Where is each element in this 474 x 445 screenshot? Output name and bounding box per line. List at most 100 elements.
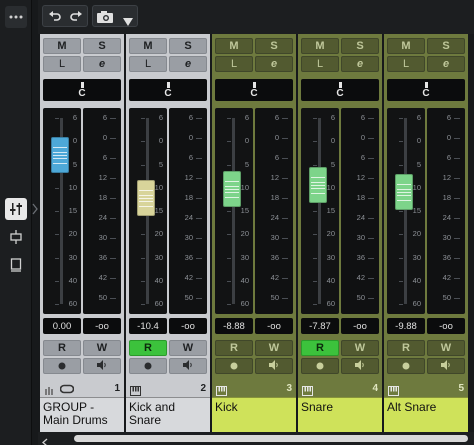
meter-scale-tick xyxy=(196,178,202,179)
meter-scale-tick xyxy=(368,258,374,259)
meter-scale-label: 50 xyxy=(270,293,279,302)
channel-name[interactable]: GROUP - Main Drums xyxy=(40,397,124,434)
write-automation-button[interactable]: W xyxy=(255,340,293,356)
pan-control[interactable]: C xyxy=(43,79,121,101)
monitor-button[interactable] xyxy=(215,358,253,374)
volume-value[interactable]: -9.88 xyxy=(387,318,425,334)
fader-scale-tick xyxy=(313,257,317,259)
listen-button[interactable]: L xyxy=(301,56,339,72)
undo-icon[interactable] xyxy=(48,9,62,28)
read-automation-button[interactable]: R xyxy=(215,340,253,356)
meter-scale-tick xyxy=(368,158,374,159)
monitor-button[interactable] xyxy=(43,358,81,374)
collapse-arrow-icon[interactable] xyxy=(32,202,38,215)
edit-channel-button[interactable]: e xyxy=(83,56,121,72)
volume-fader[interactable] xyxy=(309,166,327,203)
listen-button[interactable]: L xyxy=(387,56,425,72)
channel-name[interactable]: Kick xyxy=(212,397,296,434)
solo-button[interactable]: S xyxy=(341,38,379,54)
write-automation-button[interactable]: W xyxy=(427,340,465,356)
fader-scale-label: 40 xyxy=(68,275,77,285)
meter-scale-label: 0 xyxy=(188,133,193,142)
fader-scale-label: 40 xyxy=(154,275,163,285)
fader-scale-label: 0 xyxy=(244,136,249,146)
snapshot-button[interactable] xyxy=(92,5,138,27)
horizontal-scrollbar[interactable] xyxy=(38,432,474,445)
speaker-button[interactable] xyxy=(83,358,121,374)
mute-button[interactable]: M xyxy=(215,38,253,54)
volume-value[interactable]: -7.87 xyxy=(301,318,339,334)
pan-control[interactable]: C xyxy=(129,79,207,101)
meter-scale-tick xyxy=(282,298,288,299)
monitor-button[interactable] xyxy=(387,358,425,374)
meter-scale-label: 24 xyxy=(98,213,107,222)
volume-fader[interactable] xyxy=(137,179,155,216)
mute-button[interactable]: M xyxy=(129,38,167,54)
write-automation-button[interactable]: W xyxy=(83,340,121,356)
read-automation-button[interactable]: R xyxy=(301,340,339,356)
solo-button[interactable]: S xyxy=(83,38,121,54)
monitor-button[interactable] xyxy=(301,358,339,374)
speaker-button[interactable] xyxy=(169,358,207,374)
write-automation-button[interactable]: W xyxy=(341,340,379,356)
pan-control[interactable]: C xyxy=(387,79,465,101)
edit-channel-button[interactable]: e xyxy=(427,56,465,72)
solo-button[interactable]: S xyxy=(427,38,465,54)
fader-area: 6 0 5 10 15 20 30 40 60 xyxy=(43,108,81,314)
listen-button[interactable]: L xyxy=(215,56,253,72)
monitor-button[interactable] xyxy=(129,358,167,374)
mute-button[interactable]: M xyxy=(301,38,339,54)
speaker-button[interactable] xyxy=(427,358,465,374)
edit-channel-button[interactable]: e xyxy=(169,56,207,72)
meter-scale-label: 42 xyxy=(442,273,451,282)
fader-scale-label: 30 xyxy=(326,252,335,262)
menu-button[interactable] xyxy=(5,6,27,28)
solo-button[interactable]: S xyxy=(255,38,293,54)
volume-fader[interactable] xyxy=(51,137,69,174)
volume-value[interactable]: 0.00 xyxy=(43,318,81,334)
read-automation-button[interactable]: R xyxy=(129,340,167,356)
channel-strip: M S Le C 6 0 5 10 15 20 30 40 60 6 0 6 12 18 24 30 36 42 50 -7.… xyxy=(298,34,382,445)
listen-button[interactable]: L xyxy=(43,56,81,72)
speaker-button[interactable] xyxy=(341,358,379,374)
meter-scale-tick xyxy=(454,198,460,199)
speaker-button[interactable] xyxy=(255,358,293,374)
edit-channel-button[interactable]: e xyxy=(341,56,379,72)
record-dot-icon xyxy=(58,357,66,375)
camera-icon xyxy=(97,10,113,28)
pan-control[interactable]: C xyxy=(301,79,379,101)
scroll-thumb[interactable] xyxy=(74,435,468,442)
edit-channel-button[interactable]: e xyxy=(255,56,293,72)
volume-value[interactable]: -8.88 xyxy=(215,318,253,334)
volume-value[interactable]: -10.4 xyxy=(129,318,167,334)
meter-scale-label: 6 xyxy=(360,113,365,122)
mixer-view-button[interactable] xyxy=(5,198,27,220)
fader-scale-tick xyxy=(399,211,403,212)
channel-name[interactable]: Kick and Snare xyxy=(126,397,210,434)
read-automation-button[interactable]: R xyxy=(43,340,81,356)
mute-button[interactable]: M xyxy=(387,38,425,54)
fader-grip-line xyxy=(53,158,67,160)
meter-scale-tick xyxy=(196,258,202,259)
listen-button[interactable]: L xyxy=(129,56,167,72)
meter-scale-label: 50 xyxy=(442,293,451,302)
solo-button[interactable]: S xyxy=(169,38,207,54)
peak-value: -oo xyxy=(255,318,293,334)
pan-control[interactable]: C xyxy=(215,79,293,101)
routing-view-button[interactable] xyxy=(5,226,27,248)
volume-fader[interactable] xyxy=(395,174,413,211)
redo-icon[interactable] xyxy=(69,9,83,28)
mute-button[interactable]: M xyxy=(43,38,81,54)
write-automation-button[interactable]: W xyxy=(169,340,207,356)
channel-name[interactable]: Snare xyxy=(298,397,382,434)
window-icon xyxy=(9,258,23,272)
triangle-down-icon[interactable] xyxy=(123,13,133,31)
fader-scale-label: 0 xyxy=(158,136,163,146)
fader-scale-tick xyxy=(399,257,403,259)
channel-name[interactable]: Alt Snare xyxy=(384,397,468,434)
window-layout-button[interactable] xyxy=(5,254,27,276)
scroll-left-icon[interactable] xyxy=(42,434,48,445)
volume-fader[interactable] xyxy=(223,170,241,207)
read-automation-button[interactable]: R xyxy=(387,340,425,356)
meter-scale-tick xyxy=(282,258,288,259)
